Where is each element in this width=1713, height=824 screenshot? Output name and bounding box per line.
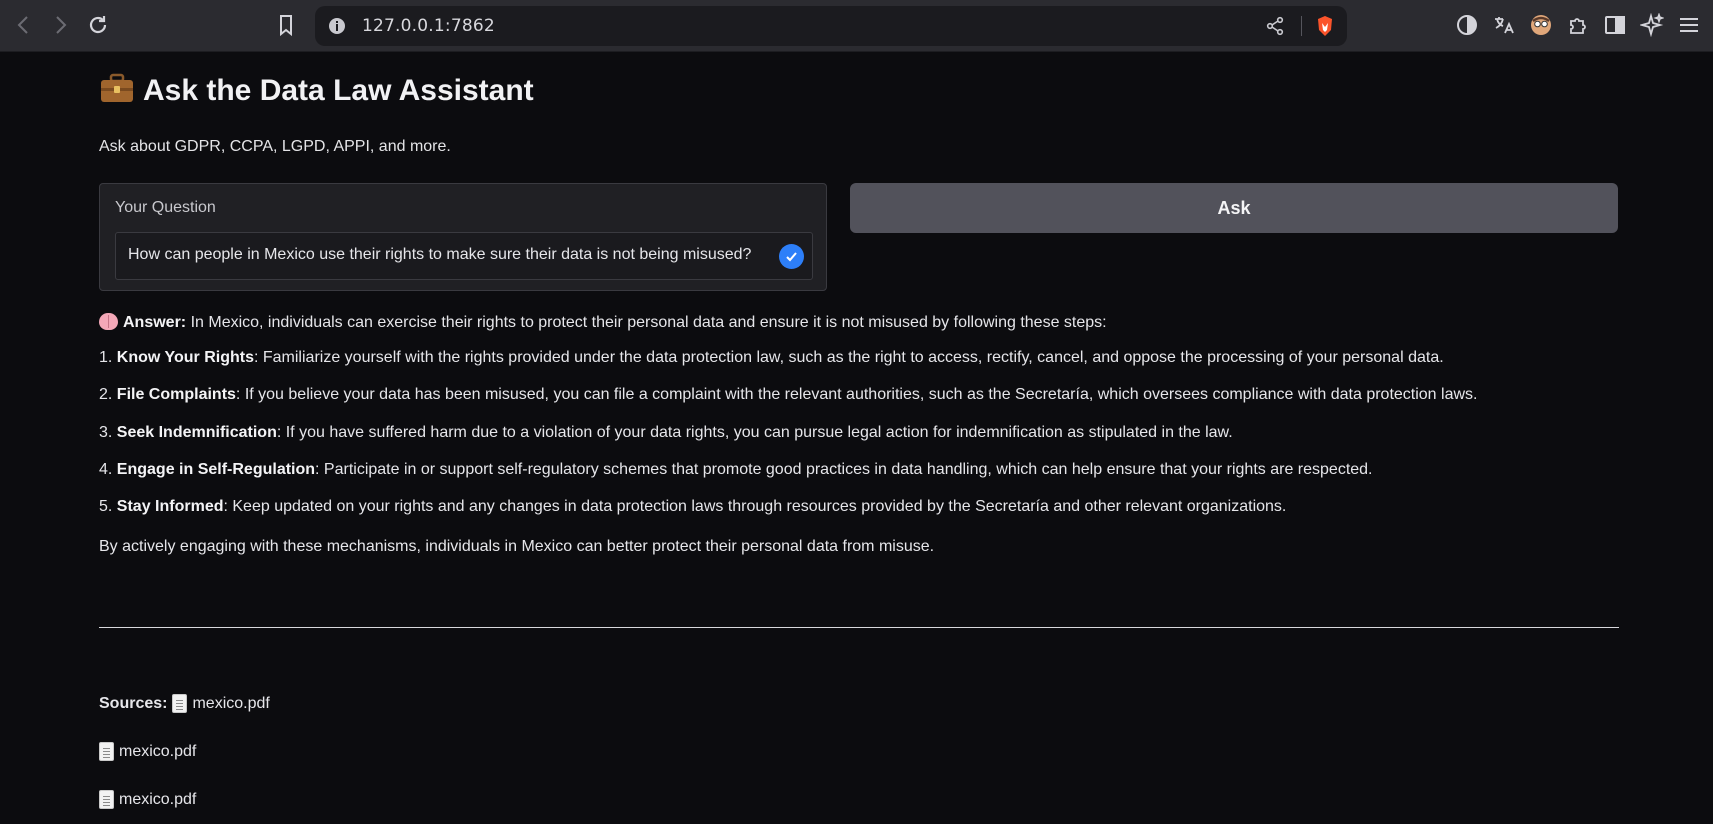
step-number: 5. — [99, 498, 117, 515]
bookmark-icon[interactable] — [274, 13, 298, 37]
browser-toolbar: 127.0.0.1:7862 — [0, 0, 1713, 52]
question-input[interactable]: How can people in Mexico use their right… — [115, 232, 813, 280]
back-icon[interactable] — [12, 13, 36, 37]
brave-shield-icon[interactable] — [1313, 14, 1337, 38]
answer-step: 5. Stay Informed: Keep updated on your r… — [99, 498, 1286, 516]
answer-closing: By actively engaging with these mechanis… — [99, 538, 935, 555]
briefcase-icon — [99, 72, 135, 109]
step-title: Know Your Rights — [116, 349, 254, 366]
extension-dark-reader-icon[interactable] — [1455, 13, 1479, 37]
answer-intro: Answer: In Mexico, individuals can exerc… — [99, 313, 1107, 332]
step-title: File Complaints — [116, 386, 236, 403]
step-text: : Familiarize yourself with the rights p… — [253, 349, 1444, 366]
document-icon — [99, 790, 114, 809]
reload-icon[interactable] — [86, 13, 110, 37]
step-number: 2. — [99, 386, 117, 403]
sidebar-icon[interactable] — [1603, 13, 1627, 37]
answer-step: 3. Seek Indemnification: If you have suf… — [99, 424, 1233, 442]
page-subtitle: Ask about GDPR, CCPA, LGPD, APPI, and mo… — [99, 138, 451, 155]
source-file: mexico.pdf — [192, 694, 270, 712]
step-title: Seek Indemnification — [116, 424, 277, 441]
document-icon — [172, 694, 188, 713]
page-title-text: Ask the Data Law Assistant — [143, 73, 534, 107]
step-text: : If you have suffered harm due to a vio… — [276, 424, 1233, 441]
question-panel: Your Question How can people in Mexico u… — [99, 183, 827, 291]
puzzle-icon[interactable] — [1566, 13, 1590, 37]
answer-intro-text: In Mexico, individuals can exercise thei… — [186, 314, 1107, 331]
question-label: Your Question — [115, 199, 216, 216]
translate-icon[interactable] — [1492, 13, 1516, 37]
sources-label: Sources: — [99, 694, 168, 712]
forward-icon[interactable] — [48, 13, 72, 37]
step-title: Stay Informed — [116, 498, 224, 515]
info-icon[interactable] — [327, 16, 347, 36]
avatar-extension-icon[interactable] — [1529, 13, 1553, 37]
answer-prefix: Answer: — [123, 314, 187, 331]
url-text[interactable]: 127.0.0.1:7862 — [362, 16, 495, 36]
step-text: : Keep updated on your rights and any ch… — [223, 498, 1287, 515]
check-icon — [779, 244, 804, 269]
share-icon[interactable] — [1265, 16, 1285, 36]
omnibox-divider — [1301, 16, 1302, 36]
source-item: mexico.pdf — [99, 742, 196, 761]
leo-ai-icon[interactable] — [1640, 13, 1664, 37]
brain-icon — [99, 313, 118, 330]
answer-step: 4. Engage in Self-Regulation: Participat… — [99, 461, 1373, 479]
step-number: 1. — [99, 349, 117, 366]
document-icon — [99, 742, 114, 761]
divider — [99, 627, 1619, 628]
answer-step: 1. Know Your Rights: Familiarize yoursel… — [99, 349, 1444, 367]
step-title: Engage in Self-Regulation — [116, 461, 316, 478]
source-item: mexico.pdf — [99, 790, 196, 809]
source-file: mexico.pdf — [119, 790, 197, 808]
step-text: : If you believe your data has been misu… — [235, 386, 1478, 403]
step-number: 4. — [99, 461, 117, 478]
ask-button[interactable]: Ask — [850, 183, 1618, 233]
page-title: Ask the Data Law Assistant — [99, 72, 534, 109]
step-number: 3. — [99, 424, 117, 441]
source-file: mexico.pdf — [119, 742, 197, 760]
question-input-value[interactable]: How can people in Mexico use their right… — [128, 246, 751, 264]
sources-line: Sources: mexico.pdf — [99, 694, 270, 713]
step-text: : Participate in or support self-regulat… — [315, 461, 1373, 478]
answer-step: 2. File Complaints: If you believe your … — [99, 386, 1477, 404]
address-bar[interactable]: 127.0.0.1:7862 — [315, 6, 1347, 46]
menu-icon[interactable] — [1677, 13, 1701, 37]
